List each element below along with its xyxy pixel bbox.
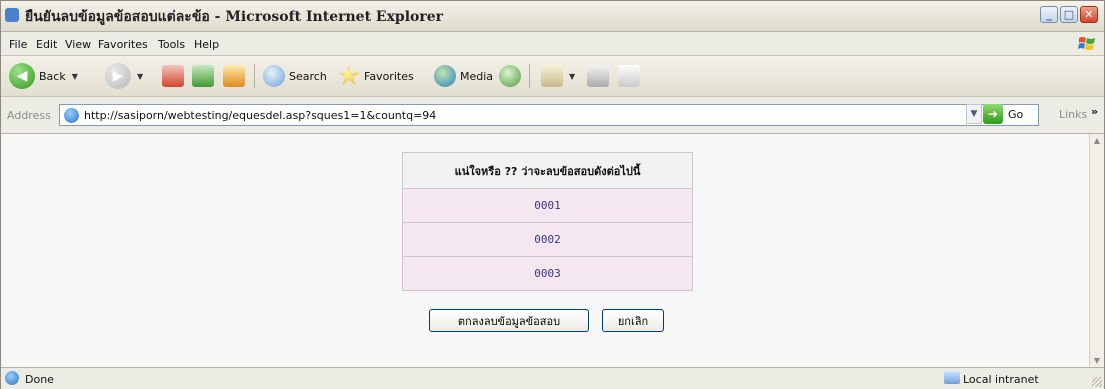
go-arrow-icon: ➜ (983, 104, 1003, 124)
refresh-button[interactable] (192, 61, 214, 91)
ie-icon (5, 8, 19, 22)
home-button[interactable] (223, 61, 245, 91)
favorites-star-icon (338, 65, 360, 86)
address-field: http://sasiporn/webtesting/equesdel.asp?… (59, 104, 1093, 126)
status-text: Done (25, 373, 54, 386)
back-dropdown-icon[interactable]: ▼ (72, 72, 78, 81)
edit-button[interactable] (618, 61, 640, 91)
status-bar: Done Local intranet (1, 367, 1104, 389)
window-controls: _ □ ✕ (1040, 6, 1098, 23)
close-icon: ✕ (1084, 8, 1094, 21)
maximize-icon: □ (1063, 8, 1075, 21)
search-label: Search (289, 69, 327, 83)
window-title: ยืนยันลบข้อมูลข้อสอบแต่ละข้อ - Microsoft… (25, 9, 444, 25)
favorites-button[interactable]: Favorites (338, 61, 414, 91)
go-label: Go (1008, 107, 1024, 121)
refresh-icon (192, 65, 214, 87)
menu-tools[interactable]: Tools (158, 38, 185, 51)
toolbar: ◀ Back ▼ ▶ ▼ Search Favorites Media ▼ (1, 56, 1104, 97)
stop-icon (162, 65, 184, 87)
media-button[interactable]: Media (434, 61, 493, 91)
menu-help[interactable]: Help (194, 38, 219, 51)
search-button[interactable]: Search (263, 61, 327, 91)
forward-button[interactable]: ▶ ▼ (105, 61, 143, 91)
print-icon (587, 65, 609, 87)
question-item: 0001 (402, 188, 693, 223)
page-icon (64, 108, 79, 123)
intranet-zone-icon (944, 371, 960, 384)
windows-logo-icon (1078, 37, 1095, 50)
address-label: Address (7, 109, 51, 122)
address-input[interactable]: http://sasiporn/webtesting/equesdel.asp?… (59, 104, 1039, 126)
address-url: http://sasiporn/webtesting/equesdel.asp?… (84, 109, 437, 122)
cancel-button[interactable]: ยกเลิก (602, 309, 664, 332)
forward-dropdown-icon[interactable]: ▼ (137, 72, 143, 81)
minimize-button[interactable]: _ (1040, 6, 1058, 23)
media-label: Media (460, 69, 494, 83)
history-button[interactable] (499, 61, 521, 91)
resize-grip[interactable] (1092, 377, 1102, 387)
question-item: 0003 (402, 256, 693, 291)
scroll-down-icon[interactable]: ▼ (1092, 356, 1102, 365)
toolbar-separator (254, 64, 255, 88)
print-button[interactable] (587, 61, 609, 91)
favorites-label: Favorites (364, 69, 414, 83)
stop-button[interactable] (162, 61, 184, 91)
search-icon (263, 65, 285, 87)
links-label[interactable]: Links (1059, 108, 1087, 121)
address-dropdown-icon[interactable]: ▼ (966, 104, 982, 124)
confirm-delete-button[interactable]: ตกลงลบข้อมูลข้อสอบ (429, 309, 589, 332)
scroll-up-icon[interactable]: ▲ (1092, 136, 1102, 145)
mail-dropdown-icon[interactable]: ▼ (569, 72, 575, 81)
back-arrow-icon: ◀ (9, 63, 35, 89)
back-button[interactable]: ◀ Back ▼ (9, 61, 78, 91)
vertical-scrollbar[interactable]: ▲ ▼ (1089, 134, 1104, 367)
close-button[interactable]: ✕ (1080, 6, 1098, 23)
mail-icon (541, 65, 563, 87)
security-zone-label: Local intranet (963, 373, 1039, 386)
menu-favorites[interactable]: Favorites (98, 38, 148, 51)
delete-confirm-table: แน่ใจหรือ ?? ว่าจะลบข้อสอบดังต่อไปนี้ 00… (402, 152, 693, 291)
menu-bar: File Edit View Favorites Tools Help (1, 32, 1104, 56)
forward-arrow-icon: ▶ (105, 63, 131, 89)
menu-file[interactable]: File (9, 38, 27, 51)
edit-page-icon (618, 65, 640, 87)
question-item: 0002 (402, 222, 693, 257)
home-icon (223, 65, 245, 87)
menu-edit[interactable]: Edit (36, 38, 57, 51)
browser-window: ยืนยันลบข้อมูลข้อสอบแต่ละข้อ - Microsoft… (0, 0, 1105, 389)
minimize-icon: _ (1046, 8, 1052, 21)
back-label: Back (39, 69, 66, 83)
toolbar-separator (529, 64, 530, 88)
media-icon (434, 65, 456, 87)
menu-view[interactable]: View (65, 38, 91, 51)
history-icon (499, 65, 521, 87)
address-bar: Address http://sasiporn/webtesting/eques… (1, 97, 1104, 134)
links-chevron-icon[interactable]: » (1091, 105, 1098, 118)
confirm-header: แน่ใจหรือ ?? ว่าจะลบข้อสอบดังต่อไปนี้ (402, 152, 693, 189)
title-bar[interactable]: ยืนยันลบข้อมูลข้อสอบแต่ละข้อ - Microsoft… (1, 1, 1104, 32)
maximize-button[interactable]: □ (1060, 6, 1078, 23)
page-done-icon (5, 371, 19, 385)
mail-button[interactable]: ▼ (541, 61, 575, 91)
go-button[interactable]: ➜ Go (983, 104, 1023, 124)
